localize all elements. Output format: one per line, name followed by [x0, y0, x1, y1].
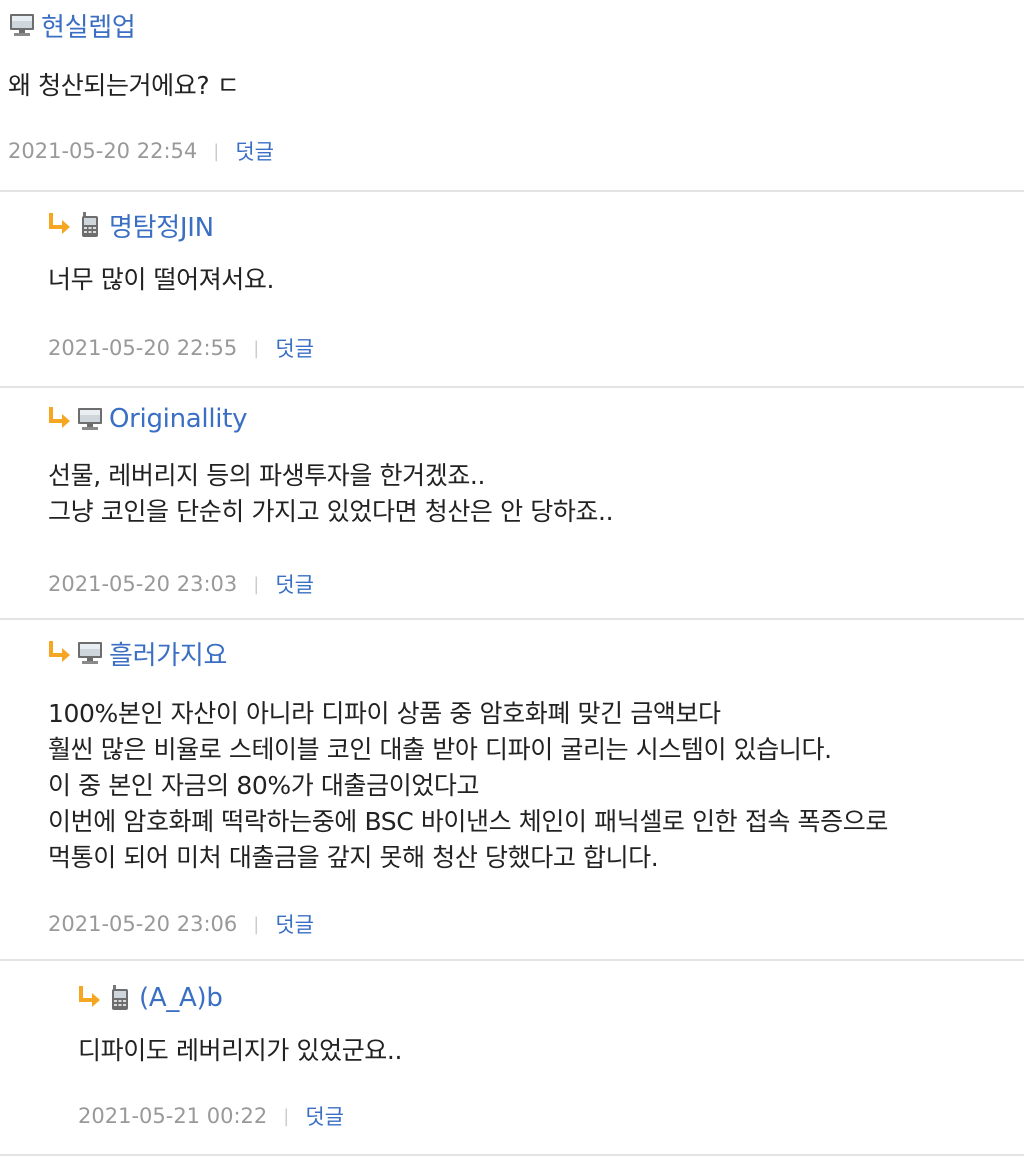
comment-body: 너무 많이 떨어져서요. [48, 262, 274, 298]
reply-arrow-icon [48, 407, 74, 431]
comment-date: 2021-05-21 00:22 [78, 1104, 268, 1128]
comment-header: Originallity [48, 404, 247, 434]
phone-icon [106, 985, 134, 1011]
meta-separator: | [253, 337, 260, 359]
comment-author[interactable]: 흘러가지요 [109, 635, 227, 672]
comment-author[interactable]: Originallity [109, 404, 247, 434]
reply-button[interactable]: 덧글 [235, 136, 274, 166]
comment-line: 선물, 레버리지 등의 파생투자을 한거겠죠.. [48, 461, 486, 490]
pc-icon [76, 406, 104, 432]
pc-icon [76, 640, 104, 666]
comment-author[interactable]: 현실렙업 [41, 7, 136, 44]
comment-date: 2021-05-20 23:06 [48, 912, 238, 936]
meta-separator: | [213, 140, 220, 162]
comment-date: 2021-05-20 22:54 [8, 139, 198, 163]
comment-meta: 2021-05-20 22:55 | 덧글 [48, 333, 314, 363]
comment-item: Originallity 선물, 레버리지 등의 파생투자을 한거겠죠.. 그냥… [0, 388, 1024, 620]
comment-date: 2021-05-20 22:55 [48, 336, 238, 360]
comment-line: 100%본인 자산이 아니라 디파이 상품 중 암호화폐 맞긴 금액보다 [48, 699, 721, 728]
comment-line: 디파이도 레버리지가 있었군요.. [78, 1036, 402, 1065]
comment-line: 이번에 암호화폐 떡락하는중에 BSC 바이낸스 체인이 패닉셀로 인한 접속 … [48, 807, 888, 836]
comment-meta: 2021-05-21 00:22 | 덧글 [78, 1101, 344, 1131]
comment-body: 100%본인 자산이 아니라 디파이 상품 중 암호화폐 맞긴 금액보다 훨씬 … [48, 696, 888, 876]
reply-button[interactable]: 덧글 [275, 569, 314, 599]
comment-author[interactable]: (A_A)b [139, 983, 223, 1013]
comment-meta: 2021-05-20 22:54 | 덧글 [8, 136, 274, 166]
comment-date: 2021-05-20 23:03 [48, 572, 238, 596]
meta-separator: | [253, 913, 260, 935]
comment-item: 흘러가지요 100%본인 자산이 아니라 디파이 상품 중 암호화폐 맞긴 금액… [0, 620, 1024, 961]
comment-header: 명탐정JIN [48, 210, 214, 243]
comment-author[interactable]: 명탐정JIN [109, 207, 214, 244]
reply-button[interactable]: 덧글 [305, 1101, 344, 1131]
comment-meta: 2021-05-20 23:06 | 덧글 [48, 909, 314, 939]
comment-line: 그냥 코인을 단순히 가지고 있었다면 청산은 안 당하죠.. [48, 497, 614, 526]
comment-line: 이 중 본인 자금의 80%가 대출금이었다고 [48, 771, 480, 800]
comment-header: 흘러가지요 [48, 638, 227, 671]
comment-meta: 2021-05-20 23:03 | 덧글 [48, 569, 314, 599]
reply-arrow-icon [48, 213, 74, 237]
reply-arrow-icon [48, 641, 74, 665]
reply-arrow-icon [78, 986, 104, 1010]
comment-body: 선물, 레버리지 등의 파생투자을 한거겠죠.. 그냥 코인을 단순히 가지고 … [48, 458, 614, 530]
meta-separator: | [283, 1105, 290, 1127]
comment-item: 명탐정JIN 너무 많이 떨어져서요. 2021-05-20 22:55 | 덧… [0, 192, 1024, 388]
meta-separator: | [253, 573, 260, 595]
comment-line: 훨씬 많은 비율로 스테이블 코인 대출 받아 디파이 굴리는 시스템이 있습니… [48, 735, 832, 764]
comment-header: (A_A)b [78, 983, 223, 1013]
pc-icon [8, 12, 36, 38]
comment-header: 현실렙업 [8, 10, 136, 43]
reply-button[interactable]: 덧글 [275, 333, 314, 363]
comment-body: 왜 청산되는거에요? ㄷ [8, 68, 240, 104]
comment-line: 너무 많이 떨어져서요. [48, 265, 275, 294]
comment-item: 현실렙업 왜 청산되는거에요? ㄷ 2021-05-20 22:54 | 덧글 [0, 0, 1024, 192]
comment-item: (A_A)b 디파이도 레버리지가 있었군요.. 2021-05-21 00:2… [0, 961, 1024, 1156]
comment-line: 먹통이 되어 미처 대출금을 갚지 못해 청산 당했다고 합니다. [48, 843, 659, 872]
comment-body: 디파이도 레버리지가 있었군요.. [78, 1033, 402, 1069]
reply-button[interactable]: 덧글 [275, 909, 314, 939]
comment-line: 왜 청산되는거에요? ㄷ [8, 71, 240, 100]
phone-icon [76, 212, 104, 238]
